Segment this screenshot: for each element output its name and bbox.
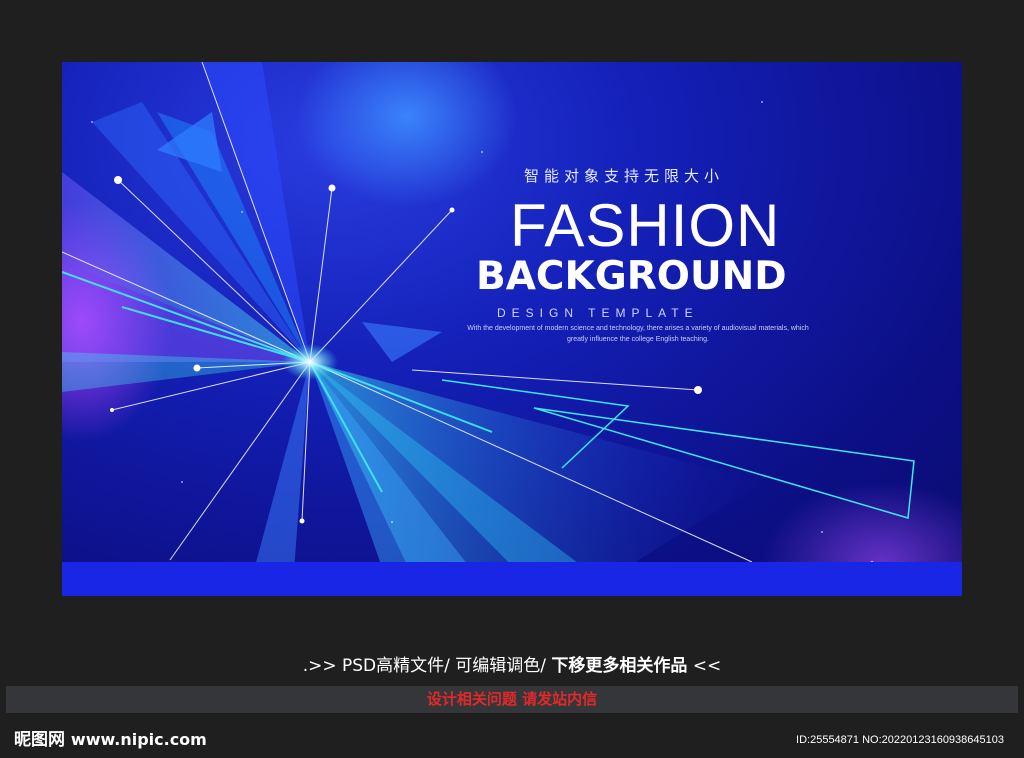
notice-bar: 设计相关问题 请发站内信: [6, 686, 1018, 713]
poster-bottom-band: [62, 562, 962, 596]
notice-text: 设计相关问题 请发站内信: [426, 690, 598, 708]
promo-more-works-link[interactable]: 下移更多相关作品: [551, 656, 687, 676]
poster-subtitle: DESIGN TEMPLATE: [497, 306, 699, 320]
watermark-domain: www.nipic.com: [70, 730, 207, 749]
poster-tagline: 智能对象支持无限大小: [524, 167, 725, 185]
image-id-label: ID:25554871 NO:20220123160938645103: [796, 734, 1004, 746]
site-watermark: 昵图网 www.nipic.com: [14, 728, 207, 752]
promo-suffix: <<: [687, 656, 722, 676]
poster-title-background: BACKGROUND: [476, 254, 787, 299]
poster-banner: 智能对象支持无限大小 FASHION BACKGROUND DESIGN TEM…: [62, 62, 962, 596]
watermark-cn: 昵图网: [14, 730, 65, 750]
promo-prefix: .>> PSD高精文件/ 可编辑调色/: [302, 656, 552, 676]
poster-description: With the development of modern science a…: [467, 325, 809, 343]
poster-title-fashion: FASHION: [510, 192, 781, 259]
promo-line: .>> PSD高精文件/ 可编辑调色/ 下移更多相关作品 <<: [0, 652, 1024, 680]
